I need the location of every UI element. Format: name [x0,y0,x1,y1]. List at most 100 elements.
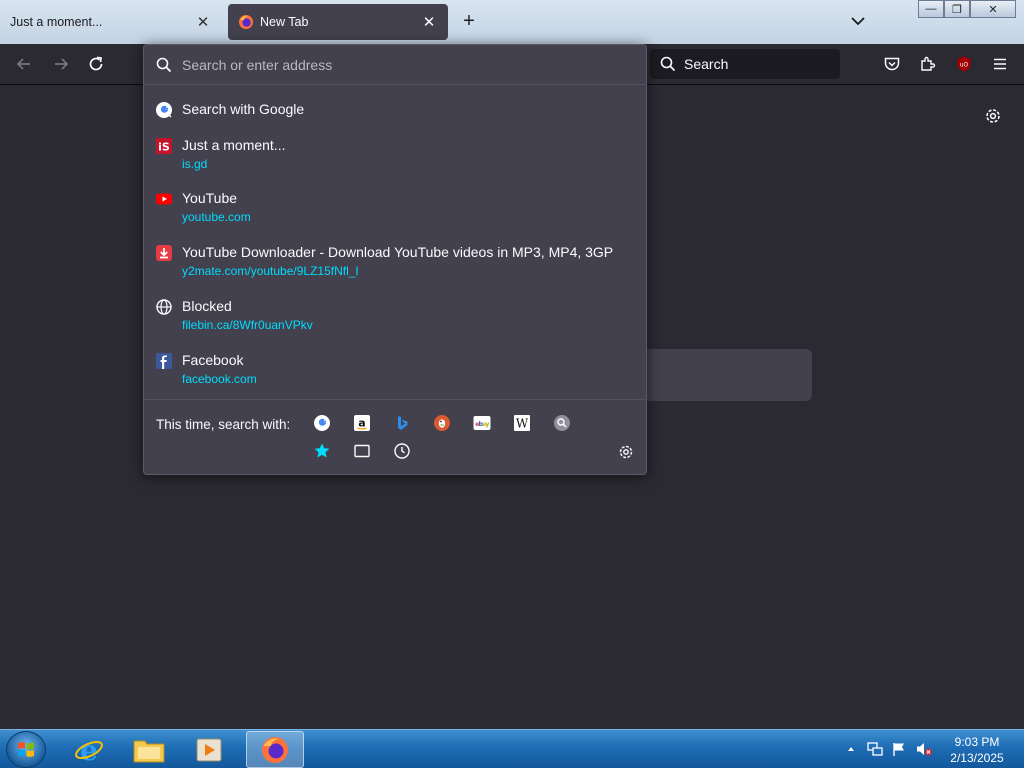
close-tab-icon[interactable]: ✕ [194,13,212,31]
wikipedia-engine-button[interactable]: W [513,414,531,432]
urlbar-dropdown: Search or enter address Search with Goog… [143,44,647,475]
hamburger-menu-icon [994,58,1006,70]
arrow-left-icon [16,58,30,70]
tab-strip: Just a moment... ✕ New Tab ✕ + — ❐ ✕ [0,0,1024,44]
windows-logo-icon [18,742,34,757]
firefox-icon [239,15,253,29]
bookmarks-search-button[interactable] [313,442,331,460]
tabs-search-button[interactable] [353,442,371,460]
result-url: filebin.ca/8Wfr0uanVPkv [182,318,313,332]
ebay-icon: e b a y [473,416,491,430]
customize-gear-icon[interactable] [983,106,1003,126]
taskbar-media-player[interactable] [180,731,238,768]
minimize-button[interactable]: — [918,0,944,18]
new-tab-button[interactable]: + [458,11,480,33]
facebook-icon [156,353,172,369]
tab-label: Just a moment... [10,15,103,29]
taskbar-internet-explorer[interactable]: e [60,731,118,768]
clock-date: 2/13/2025 [950,751,1004,765]
clock-icon [394,443,410,459]
svg-text:a: a [358,417,365,430]
close-window-button[interactable]: ✕ [970,0,1016,18]
one-off-search-label: This time, search with: [156,417,291,432]
reload-button[interactable] [86,54,106,74]
internet-explorer-icon: e [75,734,103,766]
pocket-icon [884,57,900,71]
taskbar-firefox[interactable] [246,731,304,768]
result-title: Just a moment... [182,137,286,153]
wikipedia-icon: W [514,415,530,431]
tab-just-a-moment[interactable]: Just a moment... ✕ [0,4,222,40]
volume-muted-icon[interactable] [915,741,933,757]
custom-engine-button[interactable] [553,414,571,432]
bing-engine-button[interactable] [393,414,411,432]
pocket-button[interactable] [882,54,902,74]
star-icon [314,443,330,458]
app-menu-button[interactable] [990,54,1010,74]
isgd-favicon: iS [156,138,172,154]
background-search-box [630,349,812,401]
list-all-tabs-chevron-icon[interactable] [848,11,868,31]
search-settings-gear-icon[interactable] [617,443,635,461]
taskbar-file-explorer[interactable] [120,731,178,768]
restore-button[interactable]: ❐ [944,0,970,18]
forward-button[interactable] [51,54,71,74]
result-title: Blocked [182,298,232,314]
arrow-right-icon [55,58,69,70]
address-bar-placeholder: Search or enter address [182,56,333,73]
result-url: facebook.com [182,372,257,386]
svg-text:uO: uO [960,62,969,69]
one-off-separator [144,399,646,400]
google-engine-button[interactable] [313,414,331,432]
globe-icon [156,299,172,315]
ublock-shield-icon: uO [957,56,971,72]
clock-time: 9:03 PM [954,735,1000,749]
window-controls: — ❐ ✕ [918,0,1016,18]
history-search-button[interactable] [393,442,411,460]
svg-text:y: y [485,421,489,428]
system-tray: 9:03 PM 2/13/2025 [840,730,1024,768]
tab-label: New Tab [260,15,309,29]
puzzle-icon [921,56,936,71]
network-icon[interactable] [867,741,883,757]
show-hidden-icons-icon[interactable] [846,744,856,754]
tab-new-tab[interactable]: New Tab ✕ [228,4,448,40]
result-url: youtube.com [182,210,251,224]
search-icon [660,56,676,72]
google-g-icon [314,415,330,431]
start-button[interactable] [6,731,46,768]
extensions-button[interactable] [918,54,938,74]
amazon-engine-button[interactable]: a [353,414,371,432]
duckduckgo-icon [434,415,450,431]
result-title: Facebook [182,352,244,368]
media-player-icon [196,738,222,761]
result-title: YouTube Downloader - Download YouTube vi… [182,244,614,260]
firefox-icon [262,736,288,763]
magnifier-engine-icon [554,415,570,431]
action-center-flag-icon[interactable] [891,741,907,757]
close-tab-icon[interactable]: ✕ [420,13,438,31]
back-button[interactable] [14,54,34,74]
result-title: YouTube [182,190,238,206]
windows-taskbar: e 9:03 PM 2/13/2025 [0,729,1024,768]
taskbar-clock[interactable]: 9:03 PM 2/13/2025 [940,734,1014,766]
result-url: is.gd [182,157,208,171]
svg-text:e: e [80,734,98,766]
amazon-icon: a [354,415,370,431]
address-bar-input[interactable]: Search or enter address [144,45,646,85]
reload-icon [89,56,103,71]
bing-icon [398,416,408,430]
duckduckgo-engine-button[interactable] [433,414,451,432]
search-bar-label: Search [684,56,729,72]
tab-icon [354,444,370,458]
search-bar[interactable]: Search [650,49,840,79]
ebay-engine-button[interactable]: e b a y [473,414,491,432]
ublock-origin-button[interactable]: uO [954,54,974,74]
search-icon [156,57,172,72]
result-title: Search with Google [182,101,305,117]
result-url: y2mate.com/youtube/9LZ15fNfl_I [182,264,359,278]
download-icon [156,245,172,261]
svg-text:iS: iS [158,141,170,154]
folder-icon [133,740,165,762]
youtube-icon [156,193,172,205]
